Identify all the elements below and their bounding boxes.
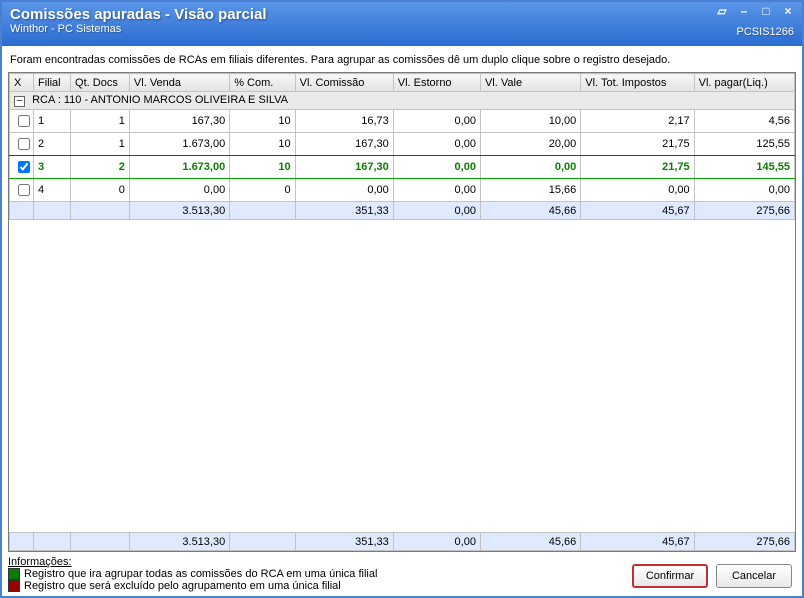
- group-label: RCA : 110 - ANTONIO MARCOS OLIVEIRA E SI…: [32, 94, 288, 106]
- cell-filial: 4: [33, 179, 70, 202]
- restore-icon[interactable]: ▱: [714, 4, 730, 18]
- col-vltotimp[interactable]: Vl. Tot. Impostos: [581, 74, 694, 92]
- cell-pc: 10: [230, 156, 295, 179]
- col-filial[interactable]: Filial: [33, 74, 70, 92]
- cell-vv: 167,30: [129, 110, 229, 133]
- legend-red-text: Registro que será excluído pelo agrupame…: [24, 580, 341, 592]
- cell-pc: 10: [230, 110, 295, 133]
- cell-pc: 0: [230, 179, 295, 202]
- col-pctcom[interactable]: % Com.: [230, 74, 295, 92]
- gt-vt: 45,67: [581, 533, 694, 551]
- cell-ve: 0,00: [393, 110, 480, 133]
- col-vlvenda[interactable]: Vl. Venda: [129, 74, 229, 92]
- grand-total-row: 3.513,30 351,33 0,00 45,66 45,67 275,66: [10, 533, 795, 551]
- window-code: PCSIS1266: [737, 26, 794, 38]
- cell-vp: 0,00: [694, 179, 794, 202]
- red-swatch-icon: [8, 580, 20, 592]
- instruction-text: Foram encontradas comissões de RCAs em f…: [8, 50, 796, 72]
- confirm-button[interactable]: Confirmar: [632, 564, 708, 588]
- cell-vc: 16,73: [295, 110, 393, 133]
- cell-qt: 1: [71, 133, 130, 156]
- st-vc: 351,33: [295, 202, 393, 220]
- cell-pc: 10: [230, 133, 295, 156]
- cell-ve: 0,00: [393, 133, 480, 156]
- close-icon[interactable]: ×: [780, 4, 796, 18]
- st-vp: 275,66: [694, 202, 794, 220]
- st-vv: 3.513,30: [129, 202, 229, 220]
- cell-vv: 1.673,00: [129, 156, 229, 179]
- gt-vl: 45,66: [480, 533, 580, 551]
- cell-vl: 20,00: [480, 133, 580, 156]
- cancel-button[interactable]: Cancelar: [716, 564, 792, 588]
- cell-vv: 1.673,00: [129, 133, 229, 156]
- gt-vv: 3.513,30: [129, 533, 229, 551]
- table-row[interactable]: 11167,301016,730,0010,002,174,56: [10, 110, 795, 133]
- cell-vp: 145,55: [694, 156, 794, 179]
- table-row[interactable]: 400,0000,000,0015,660,000,00: [10, 179, 795, 202]
- cell-qt: 1: [71, 110, 130, 133]
- cell-vl: 10,00: [480, 110, 580, 133]
- gt-vc: 351,33: [295, 533, 393, 551]
- cell-ve: 0,00: [393, 156, 480, 179]
- cell-vt: 2,17: [581, 110, 694, 133]
- st-vt: 45,67: [581, 202, 694, 220]
- col-qtdocs[interactable]: Qt. Docs: [71, 74, 130, 92]
- st-ve: 0,00: [393, 202, 480, 220]
- st-vl: 45,66: [480, 202, 580, 220]
- table-row[interactable]: 211.673,0010167,300,0020,0021,75125,55: [10, 133, 795, 156]
- col-vlcomissao[interactable]: Vl. Comissão: [295, 74, 393, 92]
- table-row[interactable]: 321.673,0010167,300,000,0021,75145,55: [10, 156, 795, 179]
- green-swatch-icon: [8, 568, 20, 580]
- cell-vt: 21,75: [581, 156, 694, 179]
- cell-ve: 0,00: [393, 179, 480, 202]
- col-vlpagar[interactable]: Vl. pagar(Liq.): [694, 74, 794, 92]
- cell-filial: 3: [33, 156, 70, 179]
- maximize-icon[interactable]: □: [758, 4, 774, 18]
- cell-vl: 0,00: [480, 156, 580, 179]
- row-checkbox[interactable]: [18, 115, 30, 127]
- collapse-icon[interactable]: –: [14, 96, 25, 107]
- row-checkbox[interactable]: [18, 161, 30, 173]
- cell-filial: 2: [33, 133, 70, 156]
- cell-vc: 0,00: [295, 179, 393, 202]
- cell-qt: 0: [71, 179, 130, 202]
- window-subtitle: Winthor - PC Sistemas: [10, 23, 794, 35]
- cell-vl: 15,66: [480, 179, 580, 202]
- legend-green-text: Registro que ira agrupar todas as comiss…: [24, 568, 377, 580]
- row-checkbox[interactable]: [18, 184, 30, 196]
- cell-filial: 1: [33, 110, 70, 133]
- row-checkbox[interactable]: [18, 138, 30, 150]
- cell-vv: 0,00: [129, 179, 229, 202]
- header-row: X Filial Qt. Docs Vl. Venda % Com. Vl. C…: [10, 74, 795, 92]
- subtotal-row: 3.513,30 351,330,0045,6645,67275,66: [10, 202, 795, 220]
- col-vlvale[interactable]: Vl. Vale: [480, 74, 580, 92]
- gt-ve: 0,00: [393, 533, 480, 551]
- cell-vt: 0,00: [581, 179, 694, 202]
- cell-qt: 2: [71, 156, 130, 179]
- cell-vt: 21,75: [581, 133, 694, 156]
- titlebar: Comissões apuradas - Visão parcial Winth…: [2, 2, 802, 46]
- gt-vp: 275,66: [694, 533, 794, 551]
- col-x[interactable]: X: [10, 74, 34, 92]
- group-row[interactable]: – RCA : 110 - ANTONIO MARCOS OLIVEIRA E …: [10, 92, 795, 110]
- window-title: Comissões apuradas - Visão parcial: [10, 6, 794, 23]
- cell-vc: 167,30: [295, 156, 393, 179]
- minimize-icon[interactable]: –: [736, 4, 752, 18]
- cell-vc: 167,30: [295, 133, 393, 156]
- col-vlestorno[interactable]: Vl. Estorno: [393, 74, 480, 92]
- data-grid[interactable]: X Filial Qt. Docs Vl. Venda % Com. Vl. C…: [8, 72, 796, 552]
- cell-vp: 4,56: [694, 110, 794, 133]
- cell-vp: 125,55: [694, 133, 794, 156]
